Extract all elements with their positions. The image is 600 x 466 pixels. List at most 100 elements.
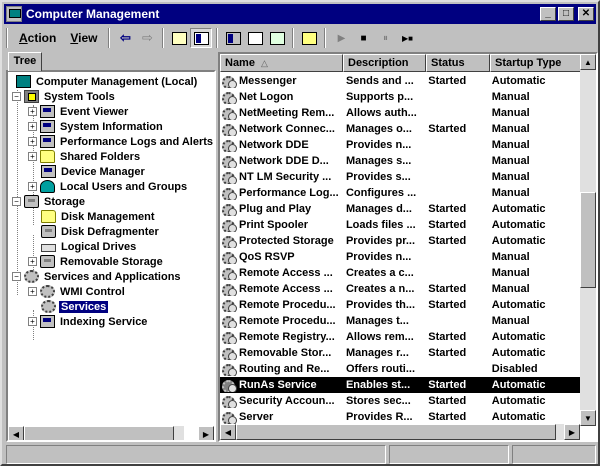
service-row[interactable]: Remote Access ... Creates a n... Started Ma… <box>220 281 580 297</box>
collapse-icon[interactable]: − <box>12 197 21 206</box>
title-bar[interactable]: Computer Management _ □ ✕ <box>4 4 596 24</box>
refresh-button[interactable] <box>244 28 266 48</box>
service-row[interactable]: Server Provides R... Started Automatic <box>220 409 580 425</box>
properties-button[interactable] <box>222 28 244 48</box>
expand-icon[interactable]: + <box>28 107 37 116</box>
service-row[interactable]: RunAs Service Enables st... Started Automat… <box>220 377 580 393</box>
service-description-cell: Manages s... <box>345 155 412 167</box>
up-one-level-button[interactable] <box>168 28 190 48</box>
service-gear-icon <box>222 347 237 360</box>
service-row[interactable]: Removable Stor... Manages r... Started Auto… <box>220 345 580 361</box>
tree-item[interactable]: + Event Viewer <box>28 104 130 119</box>
expand-icon[interactable]: + <box>28 317 37 326</box>
service-row[interactable]: Remote Access ... Creates a c... Manual <box>220 265 580 281</box>
tree-item[interactable]: + Performance Logs and Alerts <box>28 134 214 149</box>
service-row[interactable]: NT LM Security ... Provides s... Manual <box>220 169 580 185</box>
close-button[interactable]: ✕ <box>578 7 594 21</box>
service-startup-cell: Disabled <box>491 363 538 375</box>
service-row[interactable]: Routing and Re... Offers routi... Disabled <box>220 361 580 377</box>
tree-view[interactable]: Computer Management (Local) − System Tools… <box>6 70 216 442</box>
service-row[interactable]: Protected Storage Provides pr... Started Au… <box>220 233 580 249</box>
service-startup-cell: Automatic <box>491 331 546 343</box>
service-row[interactable]: Network DDE D... Manages s... Manual <box>220 153 580 169</box>
maximize-button[interactable]: □ <box>558 7 574 21</box>
service-name-text: Net Logon <box>239 91 294 103</box>
service-row[interactable]: QoS RSVP Provides n... Manual <box>220 249 580 265</box>
service-row[interactable]: Network DDE Provides n... Manual <box>220 137 580 153</box>
back-button[interactable]: ⇦ <box>114 28 136 48</box>
indexing-icon <box>40 315 55 328</box>
service-startup-cell: Manual <box>491 315 530 327</box>
expand-icon[interactable]: + <box>28 137 37 146</box>
column-header-name[interactable]: Name △ <box>220 54 343 72</box>
service-row[interactable]: Security Accoun... Stores sec... Started Au… <box>220 393 580 409</box>
service-description-cell: Manages o... <box>345 123 412 135</box>
help-button[interactable] <box>298 28 320 48</box>
collapse-icon[interactable]: − <box>12 92 21 101</box>
tree-scroll-right-button[interactable]: ▶ <box>198 426 214 440</box>
expand-icon[interactable]: + <box>28 287 37 296</box>
tree-item[interactable]: − System Tools <box>12 89 117 104</box>
expand-icon[interactable]: + <box>28 122 37 131</box>
start-service-button[interactable]: ▶ <box>330 28 352 48</box>
minimize-button[interactable]: _ <box>540 7 556 21</box>
tree-item[interactable]: − Services and Applications <box>12 269 183 284</box>
show-hide-tree-button[interactable] <box>190 28 213 48</box>
list-vscroll-thumb[interactable] <box>580 192 596 288</box>
service-gear-icon <box>222 91 237 104</box>
pause-service-button[interactable]: ⏸ <box>374 28 396 48</box>
tree-item[interactable]: Disk Management <box>28 209 157 224</box>
service-row[interactable]: Plug and Play Manages d... Started Automati… <box>220 201 580 217</box>
tree-item[interactable]: − Storage <box>12 194 87 209</box>
action-menu[interactable]: Action <box>12 28 63 48</box>
expand-icon[interactable]: + <box>28 257 37 266</box>
list-hscroll-thumb[interactable] <box>236 424 556 440</box>
tree-item[interactable]: Services <box>28 299 109 314</box>
tree-item[interactable]: + Shared Folders <box>28 149 142 164</box>
view-menu[interactable]: View <box>63 28 104 48</box>
expand-icon[interactable]: + <box>28 182 37 191</box>
services-list[interactable]: Name △ Description Status Startup Type Me… <box>218 52 598 442</box>
tree-hscroll-thumb[interactable] <box>24 426 174 440</box>
restart-service-button[interactable]: ▶■ <box>396 28 418 48</box>
service-startup-cell: Automatic <box>491 203 546 215</box>
tree-item[interactable]: + Indexing Service <box>28 314 149 329</box>
service-name-text: Removable Stor... <box>239 347 332 359</box>
list-scroll-down-button[interactable]: ▼ <box>580 410 596 426</box>
tree-item[interactable]: + Removable Storage <box>28 254 165 269</box>
forward-button[interactable]: ⇨ <box>136 28 158 48</box>
service-row[interactable]: Performance Log... Configures ... Manual <box>220 185 580 201</box>
service-row[interactable]: Messenger Sends and ... Started Automatic <box>220 73 580 89</box>
service-row[interactable]: Remote Registry... Allows rem... Started Au… <box>220 329 580 345</box>
export-list-button[interactable] <box>266 28 288 48</box>
list-scroll-up-button[interactable]: ▲ <box>580 54 596 70</box>
service-row[interactable]: NetMeeting Rem... Allows auth... Manual <box>220 105 580 121</box>
tree-tab[interactable]: Tree <box>8 52 42 71</box>
service-row[interactable]: Remote Procedu... Provides th... Started Au… <box>220 297 580 313</box>
collapse-icon[interactable]: − <box>12 272 21 281</box>
tree-item[interactable]: + Local Users and Groups <box>28 179 189 194</box>
tree-item[interactable]: Logical Drives <box>28 239 138 254</box>
system-info-icon <box>40 120 55 133</box>
service-row[interactable]: Net Logon Supports p... Manual <box>220 89 580 105</box>
tree-item[interactable]: + System Information <box>28 119 165 134</box>
tree-item[interactable]: Computer Management (Local) <box>16 74 199 89</box>
service-gear-icon <box>222 299 237 312</box>
column-header-status[interactable]: Status <box>426 54 490 72</box>
tree-scroll-left-button[interactable]: ◀ <box>8 426 24 440</box>
list-scroll-left-button[interactable]: ◀ <box>220 424 236 440</box>
list-scroll-right-button[interactable]: ▶ <box>564 424 580 440</box>
service-row[interactable]: Remote Procedu... Manages t... Manual <box>220 313 580 329</box>
service-name-text: Remote Registry... <box>239 331 335 343</box>
service-row[interactable]: Network Connec... Manages o... Started Manu… <box>220 121 580 137</box>
tree-item-label: Disk Defragmenter <box>61 225 159 238</box>
column-header-description[interactable]: Description <box>343 54 426 72</box>
tree-item[interactable]: Disk Defragmenter <box>28 224 161 239</box>
column-header-startup-type[interactable]: Startup Type <box>490 54 583 72</box>
stop-service-button[interactable]: ■ <box>352 28 374 48</box>
expand-icon[interactable]: + <box>28 152 37 161</box>
tree-item[interactable]: + WMI Control <box>28 284 127 299</box>
service-row[interactable]: Print Spooler Loads files ... Started Autom… <box>220 217 580 233</box>
tree-item-label: Logical Drives <box>61 240 137 253</box>
tree-item[interactable]: Device Manager <box>28 164 147 179</box>
